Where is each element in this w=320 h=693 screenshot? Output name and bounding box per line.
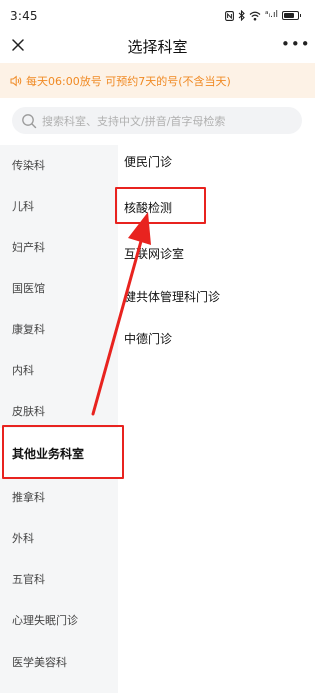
sidebar-item-label: 康复科 (12, 323, 45, 336)
sidebar-item-label: 儿科 (12, 200, 34, 213)
sidebar-item-label: 妇产科 (12, 241, 45, 254)
status-icons: ᵃᵢ.ıl (225, 9, 301, 21)
bluetooth-icon (238, 6, 245, 25)
battery-level (284, 12, 294, 18)
highlight-box-nucleic-acid-test (115, 187, 206, 224)
sub-department-list: 便民门诊 核酸检测 互联网诊室 健共体管理科门诊 中德门诊 (118, 145, 315, 693)
sidebar-item-label: 推拿科 (12, 491, 45, 504)
sidebar-item-label: 心理失眠门诊 (12, 614, 78, 627)
sidebar-item-label: 外科 (12, 532, 34, 545)
signal-icon: ᵃᵢ.ıl (265, 10, 278, 20)
sidebar-item-infectious[interactable]: 传染科 (0, 145, 118, 185)
search-input[interactable]: 搜索科室、支持中文/拼音/首字母检索 (12, 107, 302, 134)
sidebar-item-surgery[interactable]: 外科 (0, 518, 118, 558)
more-button[interactable]: ••• (281, 33, 310, 55)
search-icon (21, 113, 37, 129)
department-sidebar: 传染科 儿科 妇产科 国医馆 康复科 内科 皮肤科 其他业务科室 推拿科 外科 … (0, 145, 118, 693)
more-icon: ••• (281, 35, 311, 53)
sub-item-health-community-clinic[interactable]: 健共体管理科门诊 (124, 280, 304, 312)
highlight-box-selected-department (2, 425, 124, 479)
sub-item-label: 便民门诊 (124, 154, 173, 169)
sidebar-item-label: 医学美容科 (12, 656, 67, 669)
nfc-icon (225, 6, 234, 25)
sidebar-item-label: 国医馆 (12, 282, 45, 295)
sidebar-item-internal-medicine[interactable]: 内科 (0, 350, 118, 390)
sidebar-item-label: 传染科 (12, 159, 45, 172)
title-bar: 选择科室 ••• (0, 30, 315, 63)
sidebar-item-label: 皮肤科 (12, 405, 45, 418)
sidebar-item-label: 五官科 (12, 573, 45, 586)
search-placeholder: 搜索科室、支持中文/拼音/首字母检索 (42, 114, 226, 128)
sub-item-label: 中德门诊 (124, 331, 173, 346)
sub-item-convenience-clinic[interactable]: 便民门诊 (124, 145, 304, 177)
status-time: 3:45 (10, 9, 38, 23)
wifi-icon (249, 6, 261, 25)
page-title: 选择科室 (127, 38, 188, 56)
sidebar-item-pediatrics[interactable]: 儿科 (0, 186, 118, 226)
status-bar: 3:45 ᵃᵢ.ıl (0, 0, 315, 30)
notice-banner: 每天06:00放号 可预约7天的号(不含当天) (0, 63, 315, 98)
sub-item-sino-german-clinic[interactable]: 中德门诊 (124, 322, 304, 354)
sidebar-item-massage[interactable]: 推拿科 (0, 477, 118, 517)
sidebar-item-label: 内科 (12, 364, 34, 377)
sidebar-item-rehabilitation[interactable]: 康复科 (0, 309, 118, 349)
sidebar-item-cosmetic[interactable]: 医学美容科 (0, 642, 118, 682)
sub-item-label: 健共体管理科门诊 (124, 289, 221, 304)
sidebar-item-chinese-medicine[interactable]: 国医馆 (0, 268, 118, 308)
sidebar-item-obstetrics[interactable]: 妇产科 (0, 227, 118, 267)
sidebar-item-insomnia-clinic[interactable]: 心理失眠门诊 (0, 600, 118, 640)
battery-icon (282, 10, 301, 20)
sub-item-internet-clinic[interactable]: 互联网诊室 (124, 237, 304, 269)
sub-item-label: 互联网诊室 (124, 246, 185, 261)
sidebar-item-ent[interactable]: 五官科 (0, 559, 118, 599)
search-section: 搜索科室、支持中文/拼音/首字母检索 (0, 98, 315, 145)
speaker-icon (10, 75, 22, 87)
notice-text: 每天06:00放号 可预约7天的号(不含当天) (26, 74, 231, 88)
